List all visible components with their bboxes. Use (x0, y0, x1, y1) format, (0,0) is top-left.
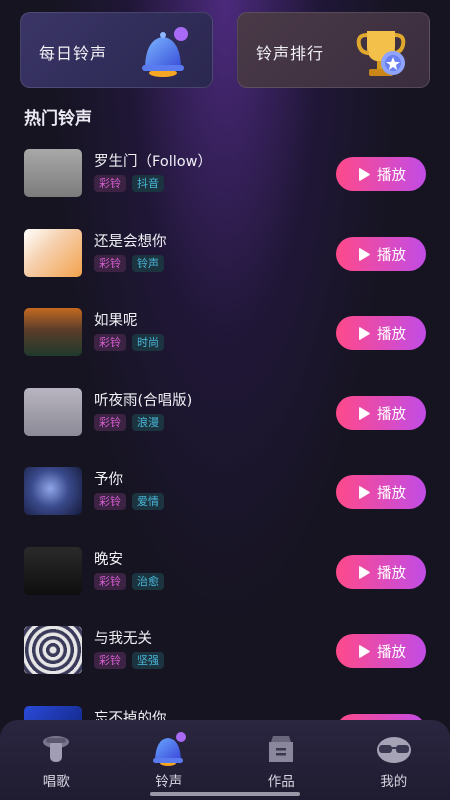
play-button[interactable]: 播放 (336, 396, 426, 430)
section-title: 热门铃声 (24, 109, 92, 129)
play-icon (359, 247, 370, 261)
play-label: 播放 (377, 167, 406, 184)
ringtone-rank-card[interactable]: 铃声排行 (237, 12, 430, 88)
bottom-tab-bar: 唱歌 铃声 作品 我的 (0, 720, 450, 800)
list-item[interactable]: 如果呢 彩铃 时尚 播放 (0, 307, 450, 359)
song-title: 如果呢 (94, 313, 138, 329)
song-title: 与我无关 (94, 631, 152, 647)
play-label: 播放 (377, 247, 406, 264)
tab-mine[interactable]: 我的 (338, 720, 450, 800)
tag: 彩铃 (94, 334, 126, 351)
tag: 彩铃 (94, 493, 126, 510)
play-label: 播放 (377, 326, 406, 343)
list-item[interactable]: 罗生门（Follow） 彩铃 抖音 播放 (0, 148, 450, 200)
play-button[interactable]: 播放 (336, 316, 426, 350)
tag: 彩铃 (94, 573, 126, 590)
tag: 彩铃 (94, 175, 126, 192)
microphone-icon (43, 736, 70, 762)
trophy-icon (356, 31, 406, 76)
play-label: 播放 (377, 565, 406, 582)
play-icon (359, 644, 370, 658)
top-cards: 每日铃声 铃声排行 (20, 12, 430, 88)
tag: 彩铃 (94, 255, 126, 272)
folder-icon (269, 736, 294, 762)
list-item[interactable]: 晚安 彩铃 治愈 播放 (0, 546, 450, 598)
tab-label: 我的 (380, 774, 408, 790)
tab-ringtone[interactable]: 铃声 (113, 720, 226, 800)
play-button[interactable]: 播放 (336, 634, 426, 668)
song-title: 晚安 (94, 552, 123, 568)
tab-sing[interactable]: 唱歌 (0, 720, 113, 800)
tag: 彩铃 (94, 652, 126, 669)
play-icon (359, 326, 370, 340)
song-cover (24, 467, 82, 515)
tab-label: 铃声 (155, 774, 183, 790)
bell-icon (152, 732, 186, 766)
tag: 抖音 (132, 175, 164, 192)
list-item[interactable]: 与我无关 彩铃 坚强 播放 (0, 625, 450, 677)
daily-ringtone-card[interactable]: 每日铃声 (20, 12, 213, 88)
tag: 时尚 (132, 334, 164, 351)
list-item[interactable]: 听夜雨(合唱版) 彩铃 浪漫 播放 (0, 387, 450, 439)
tag: 铃声 (132, 255, 164, 272)
tab-label: 唱歌 (42, 774, 70, 790)
song-cover (24, 388, 82, 436)
list-item[interactable]: 予你 彩铃 爱情 播放 (0, 466, 450, 518)
home-indicator (150, 792, 300, 796)
play-button[interactable]: 播放 (336, 237, 426, 271)
play-label: 播放 (377, 485, 406, 502)
song-title: 罗生门（Follow） (94, 154, 212, 170)
tag: 治愈 (132, 573, 164, 590)
list-item[interactable]: 还是会想你 彩铃 铃声 播放 (0, 228, 450, 280)
play-button[interactable]: 播放 (336, 555, 426, 589)
song-title: 予你 (94, 472, 123, 488)
play-icon (359, 167, 370, 181)
ringtone-rank-label: 铃声排行 (256, 44, 325, 63)
song-cover (24, 308, 82, 356)
play-label: 播放 (377, 406, 406, 423)
play-icon (359, 485, 370, 499)
song-title: 听夜雨(合唱版) (94, 393, 193, 409)
play-icon (359, 565, 370, 579)
play-icon (359, 406, 370, 420)
tag: 彩铃 (94, 414, 126, 431)
bell-icon (142, 27, 188, 77)
song-cover (24, 626, 82, 674)
tag: 坚强 (132, 652, 164, 669)
tag: 爱情 (132, 493, 164, 510)
play-button[interactable]: 播放 (336, 157, 426, 191)
song-title: 还是会想你 (94, 234, 167, 250)
daily-ringtone-label: 每日铃声 (39, 44, 108, 63)
play-label: 播放 (377, 644, 406, 661)
song-cover (24, 229, 82, 277)
tag: 浪漫 (132, 414, 164, 431)
avatar-glasses-icon (376, 737, 411, 763)
tab-label: 作品 (267, 774, 295, 790)
play-button[interactable]: 播放 (336, 475, 426, 509)
song-cover (24, 547, 82, 595)
tab-works[interactable]: 作品 (225, 720, 338, 800)
song-cover (24, 149, 82, 197)
